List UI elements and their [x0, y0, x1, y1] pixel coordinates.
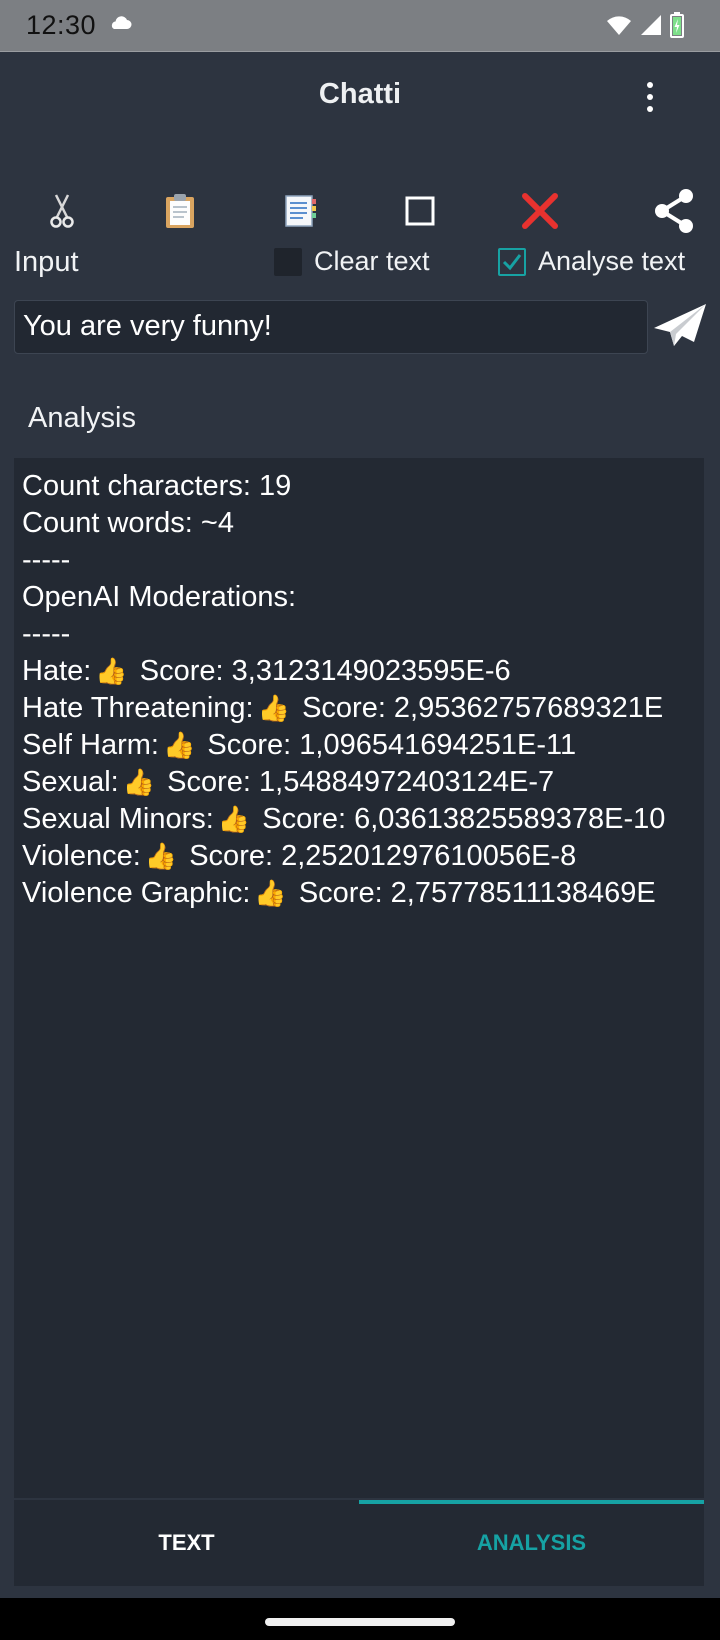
analyse-text-checkbox[interactable]	[498, 247, 526, 276]
input-label: Input	[14, 246, 79, 278]
clear-text-label: Clear text	[314, 246, 430, 276]
status-time: 12:30	[26, 10, 97, 40]
moderations-title: OpenAI Moderations:	[22, 581, 297, 613]
send-icon[interactable]	[652, 300, 708, 350]
share-icon[interactable]	[646, 186, 702, 236]
status-bar: 12:30	[0, 0, 720, 52]
category-name: Sexual Minors:	[22, 803, 214, 835]
active-tab-indicator	[359, 1500, 704, 1504]
moderation-row-hate-threatening: Hate Threatening: 👍 Score: 2,953627576893…	[22, 690, 704, 727]
app-title: Chatti	[318, 78, 402, 110]
category-score: Score: 3,3123149023595E-6	[139, 655, 511, 687]
analysis-output: Count characters: 19 Count words: ~4 ---…	[14, 458, 704, 1498]
separator-1: -----	[22, 544, 71, 576]
thumbs-up-icon: 👍	[257, 693, 290, 723]
moderation-row-self-harm: Self Harm: 👍 Score: 1,096541694251E-11	[22, 727, 704, 764]
moderation-row-hate: Hate: 👍 Score: 3,3123149023595E-6	[22, 653, 704, 690]
tab-analysis[interactable]: ANALYSIS	[359, 1500, 704, 1586]
category-score: Score: 2,25201297610056E-8	[189, 840, 577, 872]
category-name: Sexual:	[22, 766, 119, 798]
home-gesture-handle[interactable]	[265, 1618, 455, 1626]
battery-icon	[670, 12, 684, 43]
moderation-row-violence: Violence: 👍 Score: 2,25201297610056E-8	[22, 838, 704, 875]
category-score: Score: 2,75778511138469E	[298, 877, 656, 909]
cut-icon[interactable]	[34, 186, 90, 236]
moderation-row-violence-graphic: Violence Graphic: 👍 Score: 2,757785111384…	[22, 875, 704, 912]
category-score: Score: 6,03613825589378E-10	[262, 803, 666, 835]
cloud-icon	[108, 14, 132, 35]
message-input[interactable]: You are very funny!	[14, 300, 648, 354]
analysis-label: Analysis	[28, 402, 136, 434]
category-name: Hate:	[22, 655, 92, 687]
category-name: Self Harm:	[22, 729, 159, 761]
paste-icon[interactable]	[152, 186, 208, 236]
wifi-icon	[606, 14, 632, 41]
count-characters: Count characters: 19	[22, 470, 292, 502]
system-nav-bar	[0, 1598, 720, 1640]
copy-icon[interactable]	[273, 186, 329, 236]
clear-text-checkbox-row[interactable]: Clear text	[274, 246, 430, 277]
bottom-tab-bar: TEXT ANALYSIS	[14, 1500, 704, 1586]
clear-text-checkbox[interactable]	[274, 247, 302, 276]
thumbs-up-icon: 👍	[162, 730, 196, 760]
thumbs-up-icon: 👍	[254, 878, 287, 908]
thumbs-up-icon: 👍	[122, 767, 156, 797]
category-name: Hate Threatening:	[22, 692, 254, 724]
tab-analysis-label: ANALYSIS	[476, 1530, 587, 1555]
analyse-text-label: Analyse text	[538, 246, 686, 276]
count-words: Count words: ~4	[22, 507, 234, 539]
category-score: Score: 1,54884972403124E-7	[167, 766, 555, 798]
category-name: Violence:	[22, 840, 141, 872]
thumbs-up-icon: 👍	[144, 841, 178, 871]
category-score: Score: 1,096541694251E-11	[207, 729, 577, 761]
tab-text[interactable]: TEXT	[14, 1500, 359, 1586]
select-all-icon[interactable]	[392, 186, 448, 236]
moderation-row-sexual: Sexual: 👍 Score: 1,54884972403124E-7	[22, 764, 704, 801]
category-score: Score: 2,95362757689321E	[302, 692, 664, 724]
moderation-row-sexual-minors: Sexual Minors: 👍 Score: 6,03613825589378E…	[22, 801, 704, 838]
signal-icon	[640, 14, 662, 41]
thumbs-up-icon: 👍	[217, 804, 251, 834]
overflow-menu-icon[interactable]	[640, 82, 660, 112]
clear-icon[interactable]	[512, 186, 568, 236]
analyse-text-checkbox-row[interactable]: Analyse text	[498, 246, 685, 277]
separator-2: -----	[22, 618, 71, 650]
checkmark-icon	[502, 253, 522, 270]
thumbs-up-icon: 👍	[95, 656, 128, 686]
category-name: Violence Graphic:	[22, 877, 251, 909]
